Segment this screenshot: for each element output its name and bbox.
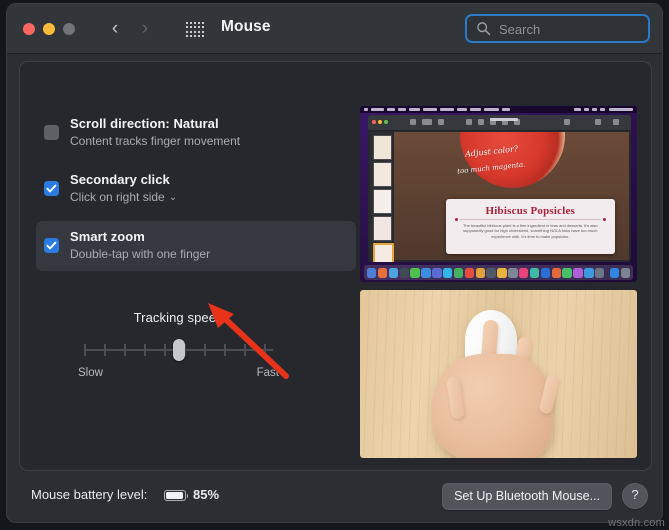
slider-thumb[interactable] xyxy=(172,339,185,361)
option-secondary-click[interactable]: Secondary click Click on right side ⌄ xyxy=(36,164,356,215)
demo-pages-toolbar xyxy=(368,115,631,131)
settings-panel: Scroll direction: Natural Content tracks… xyxy=(19,61,652,471)
watermark: wsxdn.com xyxy=(608,517,665,529)
options-list: Scroll direction: Natural Content tracks… xyxy=(36,108,356,277)
slider-max-label: Fast xyxy=(256,367,279,379)
minimize-button[interactable] xyxy=(43,23,55,35)
search-field[interactable] xyxy=(465,14,650,43)
search-icon xyxy=(477,22,491,36)
option-smart-zoom[interactable]: Smart zoom Double-tap with one finger xyxy=(36,221,356,271)
demo-desk-surface xyxy=(360,290,637,458)
slider-min-label: Slow xyxy=(78,367,103,379)
close-button[interactable] xyxy=(23,23,35,35)
back-button[interactable]: ‹ xyxy=(105,17,125,41)
demo-card-rule xyxy=(454,217,607,221)
option-title: Secondary click xyxy=(70,172,170,187)
demo-pages-window: Adjust color? too much magenta. Hibiscus… xyxy=(368,115,631,262)
search-input[interactable] xyxy=(497,16,641,43)
demo-menubar xyxy=(360,106,637,113)
magic-mouse-hand-photo[interactable] xyxy=(360,290,637,458)
demo-slide-navigator xyxy=(370,132,394,262)
apps-grid-icon[interactable] xyxy=(185,21,204,38)
set-up-bluetooth-mouse-button[interactable]: Set Up Bluetooth Mouse... xyxy=(442,483,612,510)
secondary-click-value: Click on right side xyxy=(70,190,165,204)
bottom-bar: Mouse battery level: 85% Set Up Bluetoot… xyxy=(7,470,662,522)
battery-fill xyxy=(166,492,183,499)
demo-card-heading: Hibiscus Popsicles xyxy=(485,204,576,217)
forward-button[interactable]: › xyxy=(135,17,155,41)
mouse-preferences-window: ‹ › Mouse Point & Click More Gestures xyxy=(6,3,663,523)
option-subtitle: Content tracks finger movement xyxy=(70,134,241,148)
demo-watermelon-photo xyxy=(459,132,565,189)
demo-dock xyxy=(364,265,633,280)
scroll-direction-checkbox[interactable] xyxy=(44,125,59,140)
demo-document-canvas: Adjust color? too much magenta. Hibiscus… xyxy=(394,132,629,260)
tracking-speed-label: Tracking speed xyxy=(133,310,224,325)
help-button[interactable]: ? xyxy=(622,483,648,509)
slider-end-labels: Slow Fast xyxy=(76,367,281,383)
window-toolbar: ‹ › Mouse xyxy=(7,4,662,54)
battery-icon xyxy=(164,490,188,501)
battery-percent: 85% xyxy=(193,487,220,502)
chevron-down-icon[interactable]: ⌄ xyxy=(169,189,177,206)
option-title: Smart zoom xyxy=(70,229,145,244)
option-subtitle: Double-tap with one finger xyxy=(70,247,211,261)
secondary-click-checkbox[interactable] xyxy=(44,181,59,196)
page-title: Mouse xyxy=(221,18,271,35)
option-title: Scroll direction: Natural xyxy=(70,116,219,131)
smart-zoom-demo-video[interactable]: Adjust color? too much magenta. Hibiscus… xyxy=(360,106,637,282)
smart-zoom-checkbox[interactable] xyxy=(44,238,59,253)
battery-level-label: Mouse battery level: xyxy=(31,487,148,502)
maximize-button[interactable] xyxy=(63,23,75,35)
demo-card-body: The beautiful hibiscus plant is a fine i… xyxy=(462,222,598,239)
tracking-speed-control: Tracking speed Slow Fast xyxy=(76,310,281,383)
tracking-speed-slider[interactable] xyxy=(76,339,281,361)
demo-text-card: Hibiscus Popsicles The beautiful hibiscu… xyxy=(445,198,615,254)
demo-desktop: Adjust color? too much magenta. Hibiscus… xyxy=(360,106,637,282)
option-subtitle[interactable]: Click on right side ⌄ xyxy=(70,189,348,207)
option-scroll-direction[interactable]: Scroll direction: Natural Content tracks… xyxy=(36,108,356,158)
